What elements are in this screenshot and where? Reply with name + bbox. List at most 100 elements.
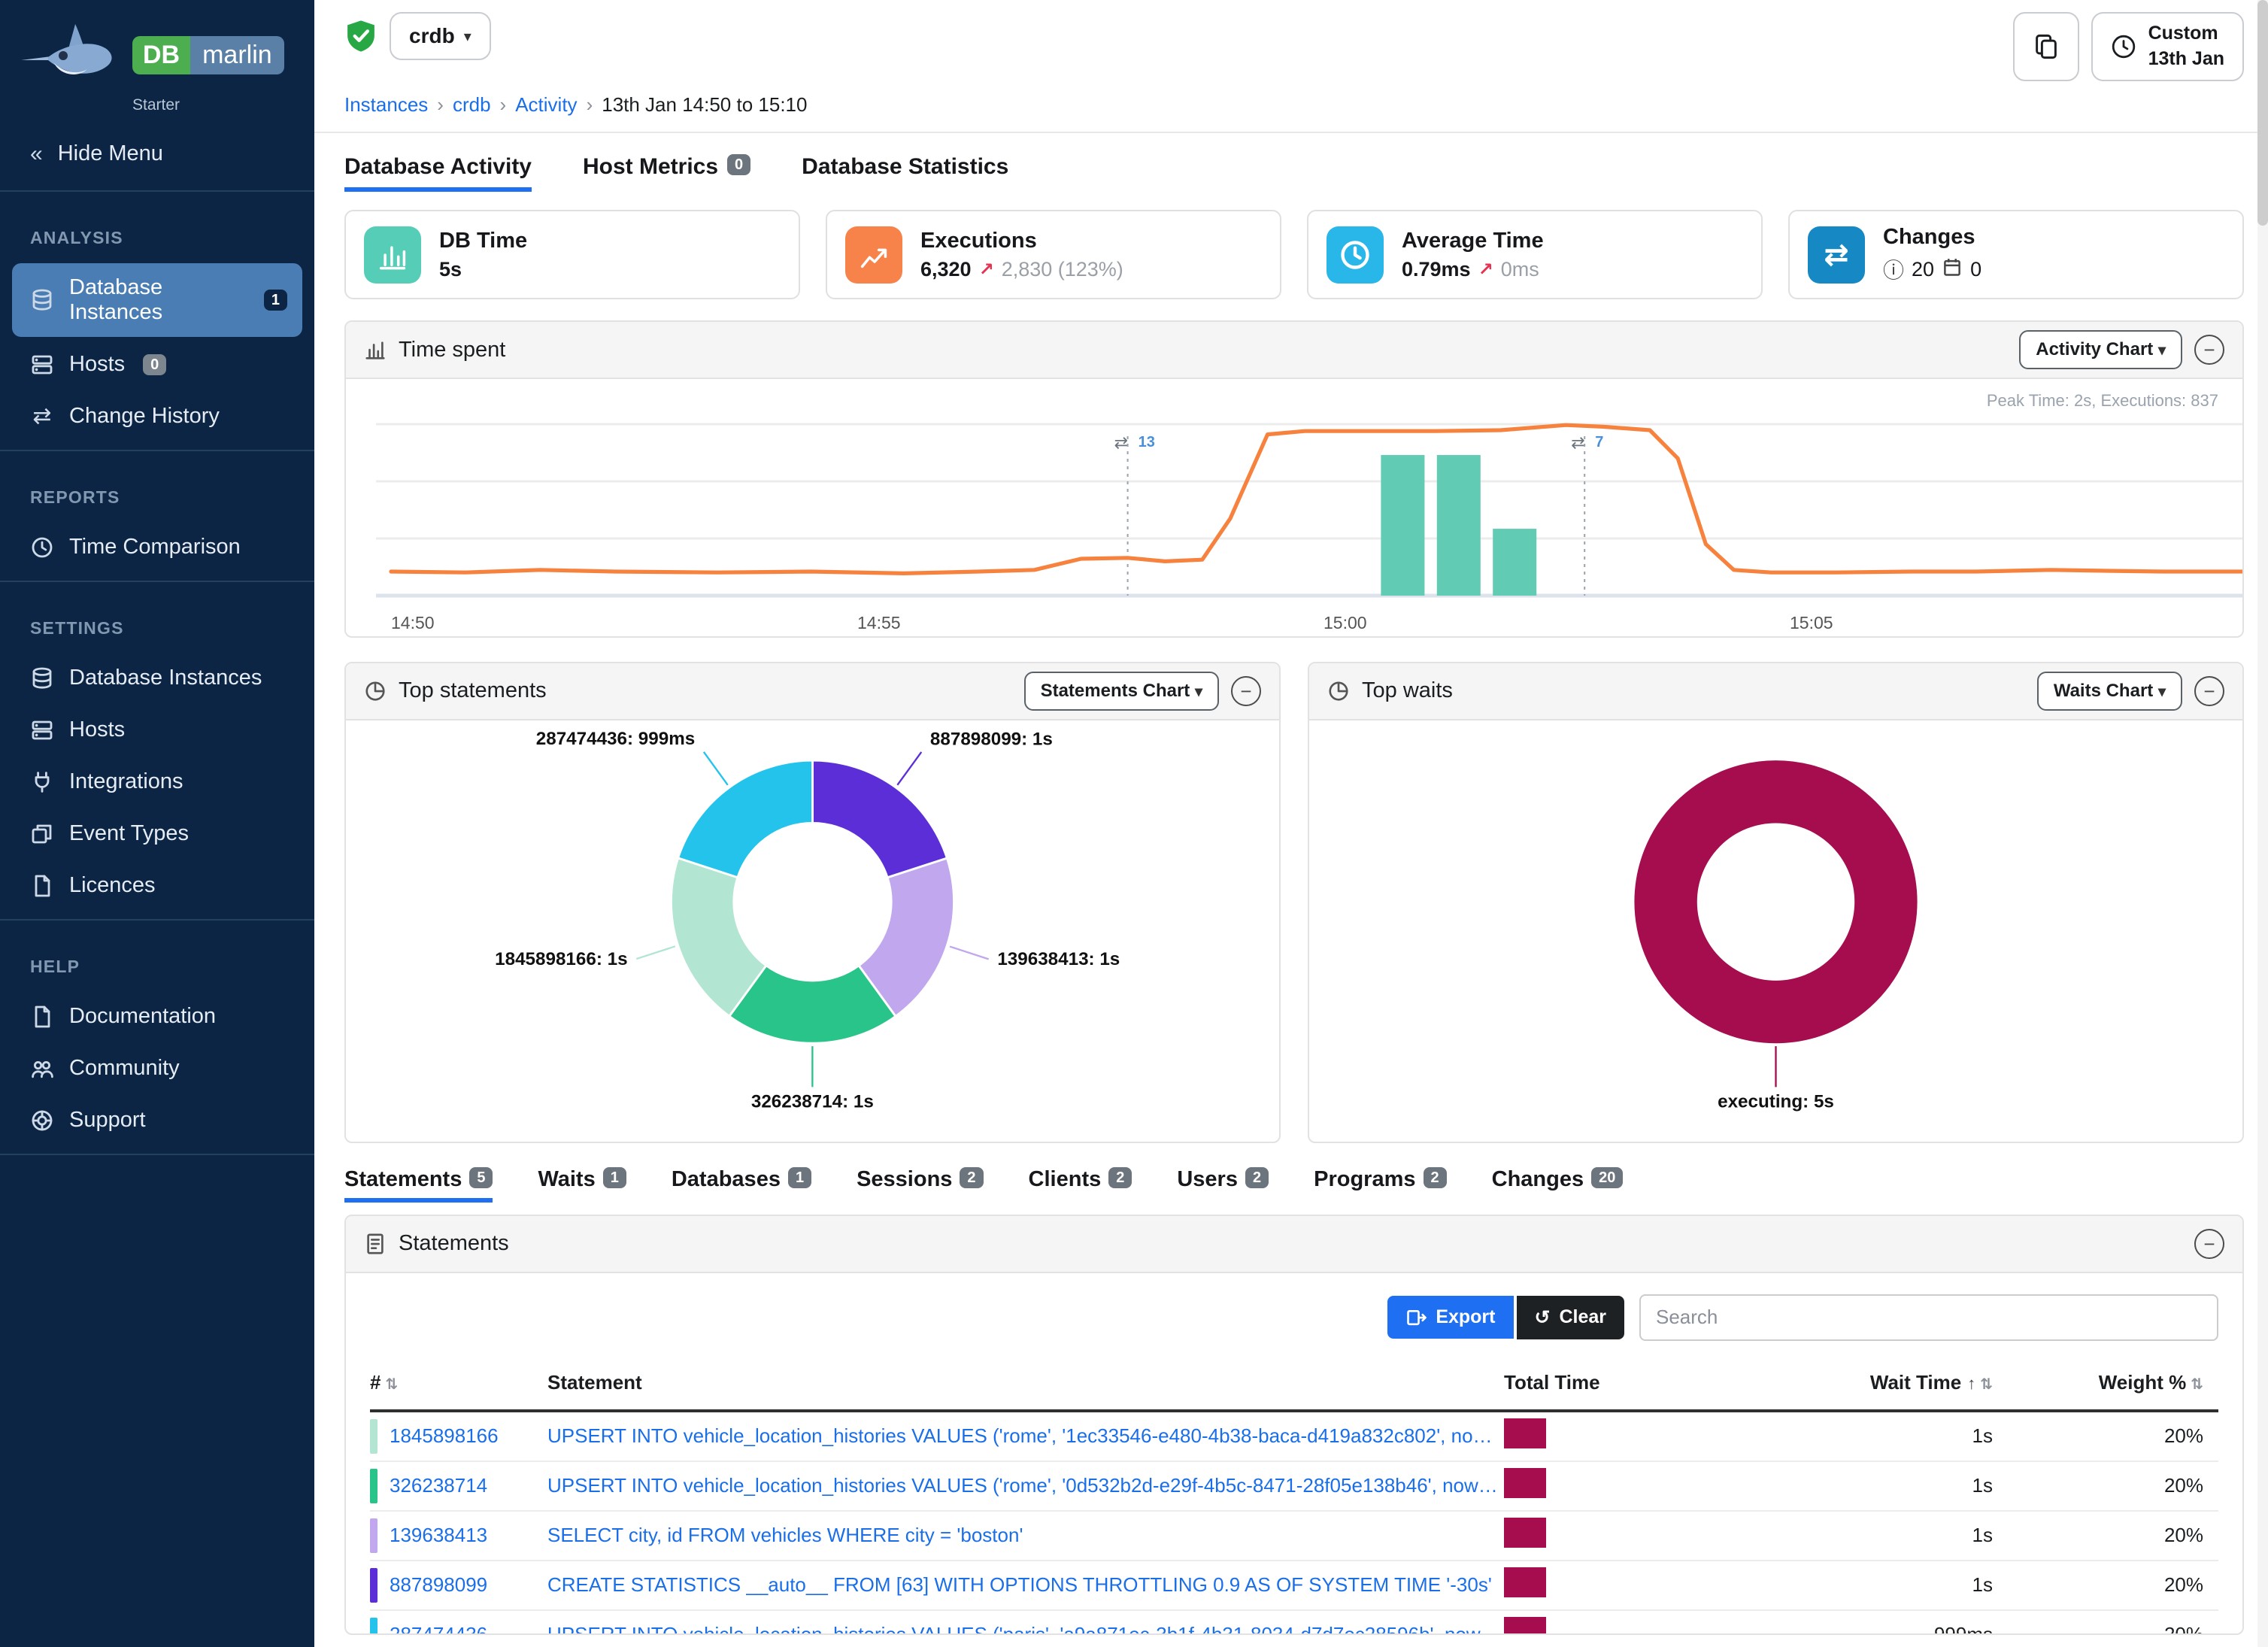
statement-link[interactable]: SELECT city, id FROM vehicles WHERE city… (547, 1524, 1504, 1547)
database-icon (30, 666, 54, 690)
breadcrumb-crdb[interactable]: crdb (453, 93, 491, 116)
tab-clients[interactable]: Clients2 (1029, 1167, 1132, 1203)
tab-database-statistics[interactable]: Database Statistics (802, 154, 1008, 192)
instance-selector[interactable]: crdb ▾ (390, 12, 491, 60)
count-badge: 2 (1245, 1167, 1269, 1188)
tab-database-activity[interactable]: Database Activity (344, 154, 532, 192)
sidebar-item-support[interactable]: Support (12, 1096, 302, 1145)
x-tick-label: 14:50 (391, 613, 435, 632)
tab-programs[interactable]: Programs2 (1314, 1167, 1447, 1203)
weight-value: 20% (2008, 1573, 2218, 1597)
hide-menu-button[interactable]: « Hide Menu (0, 126, 314, 181)
donut-slice[interactable] (1666, 792, 1886, 1012)
swap-icon: ⇄ (32, 405, 51, 428)
sidebar-item-community[interactable]: Community (12, 1044, 302, 1093)
donut-slice[interactable] (678, 760, 813, 878)
breadcrumb-activity[interactable]: Activity (515, 93, 577, 116)
executions-bar[interactable] (1437, 455, 1481, 596)
logo-marlin-badge: marlin (190, 36, 284, 74)
statement-id-link[interactable]: 326238714 (390, 1474, 487, 1497)
donut-slice[interactable] (813, 760, 948, 878)
search-input[interactable] (1639, 1294, 2218, 1341)
divider (0, 1154, 314, 1155)
statement-id-link[interactable]: 887898099 (390, 1573, 487, 1597)
tab-sessions[interactable]: Sessions2 (857, 1167, 983, 1203)
collapse-icon[interactable]: − (1231, 676, 1261, 706)
tab-waits[interactable]: Waits1 (538, 1167, 626, 1203)
change-marker-icon[interactable]: ⇄ (1114, 433, 1128, 452)
metric-card-db-time: DB Time5s (344, 210, 800, 299)
executions-bar[interactable] (1381, 455, 1424, 596)
sidebar-item-database-instances[interactable]: Database Instances (12, 654, 302, 702)
plug-icon (30, 770, 54, 794)
total-time-bar (1504, 1518, 1546, 1548)
time-range-button[interactable]: Custom 13th Jan (2091, 12, 2244, 81)
tab-changes[interactable]: Changes20 (1492, 1167, 1624, 1203)
peak-note: Peak Time: 2s, Executions: 837 (1987, 391, 2218, 411)
sidebar-item-label: Hosts (69, 352, 125, 377)
sidebar-item-event-types[interactable]: Event Types (12, 809, 302, 858)
sort-icon: ⇅ (385, 1376, 398, 1393)
sidebar-section-help: HELP (0, 930, 314, 989)
metric-card-changes: ⇄Changesⓘ200 (1788, 210, 2244, 299)
bars-icon (376, 238, 409, 271)
scrollbar-thumb[interactable] (2257, 0, 2268, 226)
statement-link[interactable]: UPSERT INTO vehicle_location_histories V… (547, 1474, 1504, 1497)
breadcrumb-separator: › (587, 93, 593, 116)
count-badge: 0 (143, 354, 166, 375)
count-badge: 2 (1424, 1167, 1447, 1188)
sidebar-item-label: Time Comparison (69, 535, 241, 560)
export-button[interactable]: Export (1387, 1296, 1513, 1339)
sidebar-item-integrations[interactable]: Integrations (12, 757, 302, 806)
col-total-time[interactable]: Total Time (1504, 1371, 1745, 1394)
donut-label: 887898099: 1s (930, 729, 1053, 749)
sidebar-item-change-history[interactable]: ⇄Change History (12, 392, 302, 441)
sidebar-item-hosts[interactable]: Hosts (12, 705, 302, 754)
pie-chart-icon (364, 680, 387, 702)
statement-id-link[interactable]: 139638413 (390, 1524, 487, 1547)
executions-bar[interactable] (1493, 529, 1536, 596)
top-statements-donut: 887898099: 1s139638413: 1s326238714: 1s1… (346, 726, 1279, 1133)
col-id[interactable]: #⇅ (370, 1371, 547, 1394)
col-weight[interactable]: Weight %⇅ (2008, 1371, 2218, 1394)
waits-chart-select[interactable]: Waits Chart ▾ (2037, 672, 2182, 711)
donut-label: 1845898166: 1s (495, 949, 627, 969)
tab-users[interactable]: Users2 (1177, 1167, 1269, 1203)
db-time-line[interactable] (391, 425, 2244, 573)
clear-button[interactable]: ↺ Clear (1517, 1296, 1625, 1339)
col-wait-time[interactable]: Wait Time↑⇅ (1745, 1371, 2008, 1394)
server-icon (30, 718, 54, 742)
sidebar-item-documentation[interactable]: Documentation (12, 992, 302, 1041)
metric-title: Executions (920, 229, 1123, 253)
statement-id-link[interactable]: 287474436 (390, 1623, 487, 1635)
statement-link[interactable]: UPSERT INTO vehicle_location_histories V… (547, 1623, 1504, 1635)
sidebar-item-hosts[interactable]: Hosts 0 (12, 340, 302, 389)
collapse-icon[interactable]: − (2194, 335, 2224, 365)
copy-link-button[interactable] (2013, 12, 2079, 81)
sidebar-item-label: Support (69, 1108, 146, 1133)
activity-chart-select[interactable]: Activity Chart ▾ (2019, 330, 2182, 369)
breadcrumb-instances[interactable]: Instances (344, 93, 428, 116)
change-marker-icon[interactable]: ⇄ (1571, 433, 1584, 452)
doc-icon (30, 874, 54, 898)
statement-link[interactable]: UPSERT INTO vehicle_location_histories V… (547, 1424, 1504, 1448)
metric-delta: 2,830 (123%) (1002, 258, 1123, 281)
sidebar-item-time-comparison[interactable]: Time Comparison (12, 523, 302, 572)
collapse-icon[interactable]: − (2194, 1229, 2224, 1259)
sidebar-item-licences[interactable]: Licences (12, 861, 302, 910)
sidebar-item-database-instances[interactable]: Database Instances1 (12, 263, 302, 337)
tab-databases[interactable]: Databases1 (672, 1167, 811, 1203)
tab-host-metrics[interactable]: Host Metrics0 (583, 154, 750, 192)
scrollbar[interactable] (2257, 0, 2268, 1647)
donut-label: 287474436: 999ms (536, 729, 695, 749)
statement-id-link[interactable]: 1845898166 (390, 1424, 499, 1448)
collapse-icon[interactable]: − (2194, 676, 2224, 706)
logo[interactable]: DB marlin (0, 0, 314, 96)
metric-value: 0.79ms (1402, 258, 1471, 281)
statements-chart-select[interactable]: Statements Chart ▾ (1024, 672, 1219, 711)
panel-title: Top statements (399, 678, 547, 703)
statement-link[interactable]: CREATE STATISTICS __auto__ FROM [63] WIT… (547, 1573, 1504, 1597)
col-statement[interactable]: Statement (547, 1371, 1504, 1394)
statements-toolbar: Export ↺ Clear (346, 1273, 2242, 1356)
tab-statements[interactable]: Statements5 (344, 1167, 493, 1203)
